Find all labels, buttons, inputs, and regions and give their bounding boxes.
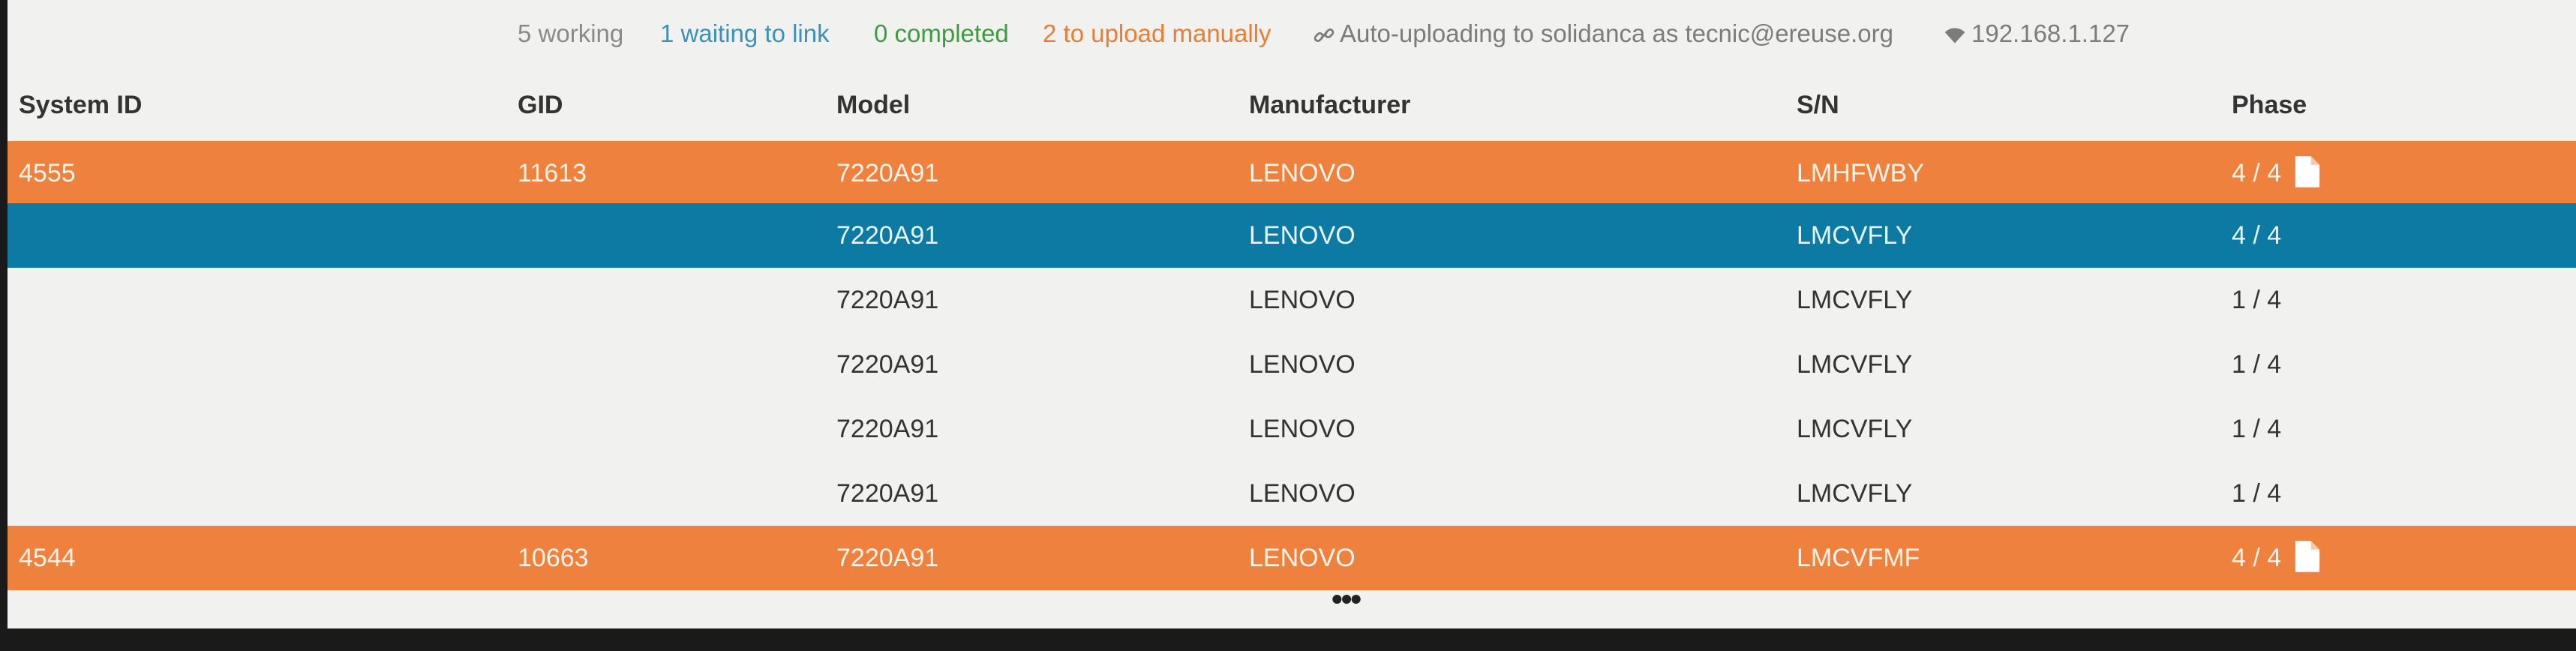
- table-row[interactable]: 4555 11613 7220A91 LENOVO LMHFWBY 4 / 4: [8, 141, 2576, 206]
- status-completed: 0 completed: [874, 20, 1009, 47]
- cell-sn: LMCVFLY: [1797, 286, 1913, 314]
- table-row[interactable]: 7220A91 LENOVO LMCVFLY 1 / 4: [8, 268, 2576, 332]
- cell-manufacturer: LENOVO: [1249, 286, 1356, 314]
- cell-phase: 4 / 4: [2232, 526, 2322, 590]
- cell-sn: LMCVFMF: [1797, 544, 1920, 572]
- wifi-icon: [1944, 28, 1965, 44]
- phase-value: 1 / 4: [2232, 350, 2282, 379]
- cell-sn: LMHFWBY: [1797, 159, 1924, 188]
- cell-model: 7220A91: [836, 286, 939, 314]
- column-sn[interactable]: S/N: [1797, 71, 1839, 139]
- status-auto-upload: Auto-uploading to solidanca as tecnic@er…: [1313, 0, 1893, 68]
- more-indicator[interactable]: •••: [1332, 581, 1362, 617]
- file-icon[interactable]: [2293, 539, 2322, 574]
- cell-phase: 4 / 4: [2232, 141, 2322, 206]
- cell-phase: 1 / 4: [2232, 332, 2281, 397]
- cell-system-id: 4555: [19, 159, 76, 188]
- cell-manufacturer: LENOVO: [1249, 415, 1356, 443]
- cell-system-id: 4544: [19, 544, 76, 572]
- cell-phase: 1 / 4: [2232, 397, 2281, 461]
- table-row[interactable]: 4544 10663 7220A91 LENOVO LMCVFMF 4 / 4: [8, 526, 2576, 590]
- cell-sn: LMCVFLY: [1797, 479, 1913, 508]
- cell-model: 7220A91: [836, 221, 939, 250]
- cell-model: 7220A91: [836, 479, 939, 508]
- table-row[interactable]: 7220A91 LENOVO LMCVFLY 1 / 4: [8, 332, 2576, 397]
- column-phase[interactable]: Phase: [2232, 71, 2307, 139]
- app-screen: 5 working 1 waiting to link 0 completed …: [8, 0, 2576, 628]
- cell-sn: LMCVFLY: [1797, 415, 1913, 443]
- cell-manufacturer: LENOVO: [1249, 221, 1356, 250]
- status-ip-text: 192.168.1.127: [1971, 20, 2130, 47]
- cell-model: 7220A91: [836, 544, 939, 572]
- cell-manufacturer: LENOVO: [1249, 159, 1356, 188]
- cell-phase: 1 / 4: [2232, 268, 2281, 332]
- column-manufacturer[interactable]: Manufacturer: [1249, 71, 1410, 139]
- table-row[interactable]: 7220A91 LENOVO LMCVFLY 4 / 4: [8, 203, 2576, 268]
- table-row[interactable]: 7220A91 LENOVO LMCVFLY 1 / 4: [8, 397, 2576, 461]
- cell-manufacturer: LENOVO: [1249, 479, 1356, 508]
- phase-value: 1 / 4: [2232, 479, 2282, 508]
- cell-sn: LMCVFLY: [1797, 221, 1913, 250]
- table-header: System ID GID Model Manufacturer S/N Pha…: [8, 71, 2576, 139]
- status-ip: 192.168.1.127: [1943, 0, 2130, 68]
- file-icon[interactable]: [2293, 154, 2322, 189]
- cell-phase: 1 / 4: [2232, 461, 2281, 526]
- status-auto-upload-text: Auto-uploading to solidanca as tecnic@er…: [1340, 20, 1893, 47]
- phase-value: 4 / 4: [2232, 544, 2282, 572]
- cell-gid: 11613: [518, 159, 587, 188]
- phase-value: 1 / 4: [2232, 286, 2282, 314]
- phase-value: 4 / 4: [2232, 159, 2282, 188]
- cell-model: 7220A91: [836, 415, 939, 443]
- cell-phase: 4 / 4: [2232, 203, 2281, 268]
- column-model[interactable]: Model: [836, 71, 910, 139]
- column-gid[interactable]: GID: [518, 71, 563, 139]
- link-icon: [1314, 28, 1335, 43]
- cell-model: 7220A91: [836, 159, 939, 188]
- phase-value: 1 / 4: [2232, 415, 2282, 443]
- status-bar: 5 working 1 waiting to link 0 completed …: [8, 0, 2576, 68]
- cell-manufacturer: LENOVO: [1249, 350, 1356, 379]
- table-row[interactable]: 7220A91 LENOVO LMCVFLY 1 / 4: [8, 461, 2576, 526]
- status-waiting-to-link: 1 waiting to link: [660, 20, 830, 47]
- column-system-id[interactable]: System ID: [19, 71, 142, 139]
- cell-model: 7220A91: [836, 350, 939, 379]
- status-upload-manually: 2 to upload manually: [1043, 20, 1271, 47]
- phase-value: 4 / 4: [2232, 221, 2282, 250]
- cell-sn: LMCVFLY: [1797, 350, 1913, 379]
- status-working: 5 working: [518, 20, 624, 47]
- cell-gid: 10663: [518, 544, 589, 572]
